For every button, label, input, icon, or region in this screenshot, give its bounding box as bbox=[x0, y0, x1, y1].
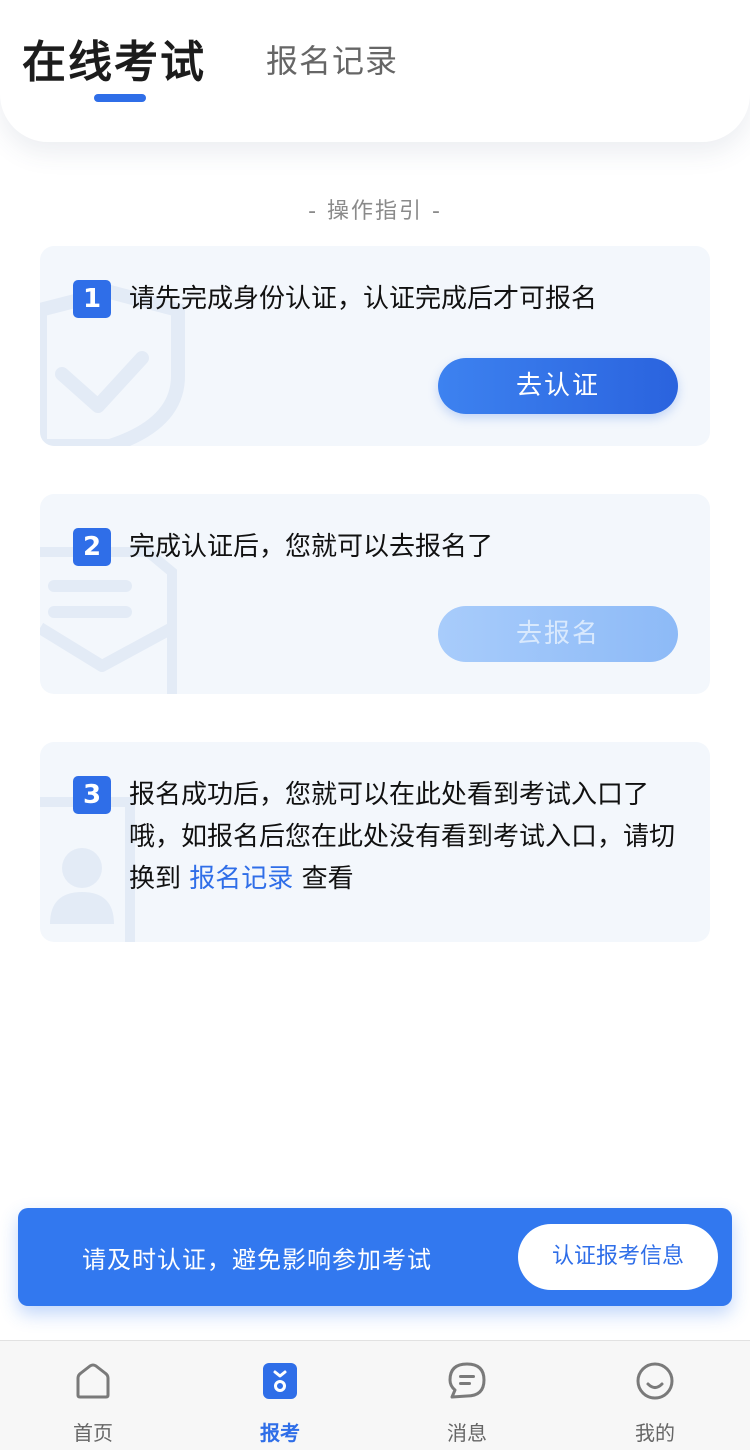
tab-exam-label: 报考 bbox=[260, 1421, 300, 1445]
header: 在线考试 报名记录 bbox=[0, 0, 750, 142]
home-icon bbox=[76, 1363, 110, 1399]
tab-profile-label: 我的 bbox=[635, 1421, 675, 1445]
go-register-button[interactable]: 去报名 bbox=[438, 606, 678, 662]
message-icon bbox=[448, 1362, 486, 1399]
tab-active-indicator bbox=[94, 94, 146, 102]
tab-exam[interactable]: 报考 bbox=[220, 1341, 340, 1450]
tab-registration-records[interactable]: 报名记录 bbox=[266, 36, 398, 82]
shield-check-icon bbox=[40, 284, 185, 446]
verification-notice-bar: 请及时认证，避免影响参加考试 认证报考信息 bbox=[18, 1208, 732, 1306]
step-text-2: 完成认证后，您就可以去报名了 bbox=[129, 532, 494, 562]
step-number-3: 3 bbox=[73, 776, 111, 814]
step-card-1: 1 请先完成身份认证，认证完成后才可报名 去认证 bbox=[40, 246, 710, 446]
guide-title: - 操作指引 - bbox=[308, 199, 442, 224]
tab-messages[interactable]: 消息 bbox=[407, 1341, 527, 1450]
registration-records-link[interactable]: 报名记录 bbox=[189, 864, 293, 894]
profile-icon bbox=[636, 1362, 674, 1400]
step-text-3-after: 查看 bbox=[301, 864, 354, 894]
step-text-3: 报名成功后，您就可以在此处看到考试入口了哦，如报名后您在此处没有看到考试入口，请… bbox=[129, 774, 689, 900]
tab-messages-label: 消息 bbox=[447, 1421, 487, 1445]
step-card-2: 2 完成认证后，您就可以去报名了 去报名 bbox=[40, 494, 710, 694]
document-icon bbox=[40, 547, 177, 694]
bottom-tab-bar: 首页 报考 消息 我的 bbox=[0, 1340, 750, 1450]
tab-home-label: 首页 bbox=[73, 1421, 113, 1445]
tab-home[interactable]: 首页 bbox=[33, 1341, 153, 1450]
page: 在线考试 报名记录 - 操作指引 - 1 请先完成身份认证，认证完成后才可报名 … bbox=[0, 0, 750, 1450]
tab-online-exam[interactable]: 在线考试 bbox=[22, 26, 206, 90]
notice-text: 请及时认证，避免影响参加考试 bbox=[82, 1246, 432, 1274]
step-number-1: 1 bbox=[73, 280, 111, 318]
step-card-3: 3 报名成功后，您就可以在此处看到考试入口了哦，如报名后您在此处没有看到考试入口… bbox=[40, 742, 710, 942]
verify-exam-info-button[interactable]: 认证报考信息 bbox=[518, 1224, 718, 1290]
step-number-2: 2 bbox=[73, 528, 111, 566]
go-verify-button[interactable]: 去认证 bbox=[438, 358, 678, 414]
tab-profile[interactable]: 我的 bbox=[595, 1341, 715, 1450]
exam-icon bbox=[263, 1363, 297, 1399]
step-text-1: 请先完成身份认证，认证完成后才可报名 bbox=[129, 284, 598, 314]
